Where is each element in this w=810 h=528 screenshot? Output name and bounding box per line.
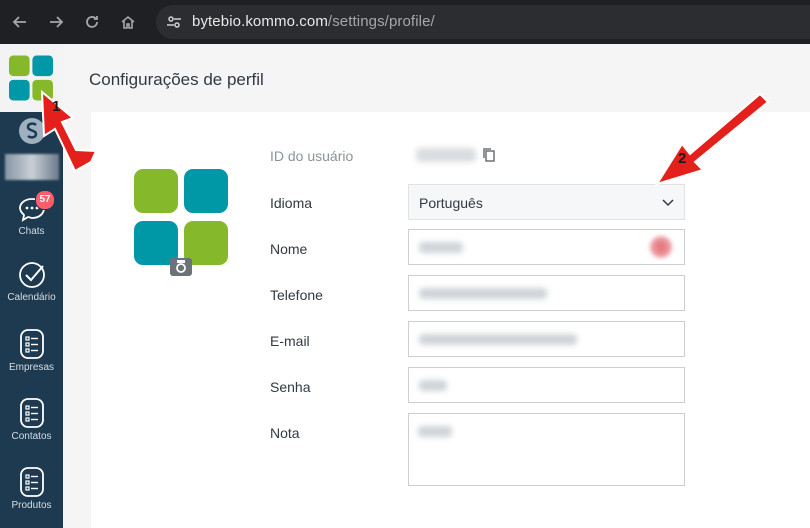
password-value-blurred [419, 380, 447, 391]
user-avatar-icon [18, 118, 45, 144]
name-label: Nome [270, 241, 308, 257]
name-input[interactable] [408, 229, 685, 265]
phone-label: Telefone [270, 287, 323, 303]
url-text: bytebio.kommo.com/settings/profile/ [192, 13, 435, 30]
phone-input[interactable] [408, 275, 685, 311]
name-field-indicator [650, 236, 672, 258]
check-circle-icon [18, 262, 45, 288]
reload-icon [86, 16, 98, 28]
site-settings-icon[interactable] [166, 14, 182, 30]
browser-toolbar: bytebio.kommo.com/settings/profile/ [0, 0, 810, 44]
copy-icon[interactable] [482, 147, 496, 163]
forward-button[interactable] [46, 12, 66, 32]
reload-button[interactable] [82, 12, 102, 32]
sidebar-item-calendario[interactable]: Calendário [0, 260, 63, 303]
sidebar-item-produtos[interactable]: Produtos [0, 466, 63, 511]
email-label: E-mail [270, 333, 310, 349]
password-input[interactable] [408, 367, 685, 403]
note-textarea[interactable] [408, 413, 685, 486]
kommo-logo-icon [9, 55, 53, 101]
sidebar-item-label: Produtos [11, 500, 52, 511]
list-doc-icon [19, 329, 44, 359]
annotation-marker-2: 2 [678, 150, 687, 167]
home-button[interactable] [118, 12, 138, 32]
sidebar-item-label: Chats [18, 226, 45, 237]
page-title: Configurações de perfil [89, 70, 264, 89]
user-id-label: ID do usuário [270, 148, 354, 164]
sidebar-item-empresas[interactable]: Empresas [0, 328, 63, 373]
password-label: Senha [270, 379, 311, 395]
email-value-blurred [419, 334, 577, 345]
sidebar-item-contatos[interactable]: Contatos [0, 397, 63, 442]
list-doc-icon [19, 398, 44, 428]
note-value-blurred [418, 426, 452, 437]
chevron-down-icon [662, 199, 674, 207]
user-id-value [416, 148, 476, 162]
arrow-left-icon [12, 16, 26, 28]
sidebar-item-label: Empresas [8, 362, 54, 373]
note-label: Nota [270, 425, 300, 441]
sidebar-item-label: Calendário [7, 292, 56, 303]
sidebar-item-label: Contatos [11, 431, 52, 442]
address-bar[interactable]: bytebio.kommo.com/settings/profile/ [156, 5, 810, 39]
change-photo-button[interactable] [170, 258, 192, 276]
account-name-blurred [5, 154, 59, 180]
phone-value-blurred [419, 288, 547, 299]
name-value-blurred [419, 242, 463, 253]
back-button[interactable] [10, 12, 30, 32]
sidebar-user-avatar[interactable] [0, 116, 63, 146]
url-path: /settings/profile/ [327, 13, 435, 30]
sidebar-item-chats[interactable]: 57 Chats [0, 190, 63, 237]
arrow-right-icon [50, 16, 64, 28]
url-host: bytebio.kommo.com [192, 13, 328, 30]
profile-avatar[interactable] [134, 169, 228, 265]
camera-icon [176, 260, 186, 273]
email-input[interactable] [408, 321, 685, 357]
language-selected-value: Português [419, 195, 483, 211]
language-select[interactable]: Português [408, 184, 685, 220]
home-icon [121, 15, 135, 29]
chats-unread-badge: 57 [35, 190, 55, 210]
language-label: Idioma [270, 195, 313, 211]
annotation-marker-1: 1 [52, 98, 61, 115]
list-doc-icon [19, 467, 44, 497]
left-sidebar: 57 Chats Calendário Empresas Contatos Pr… [0, 44, 63, 528]
